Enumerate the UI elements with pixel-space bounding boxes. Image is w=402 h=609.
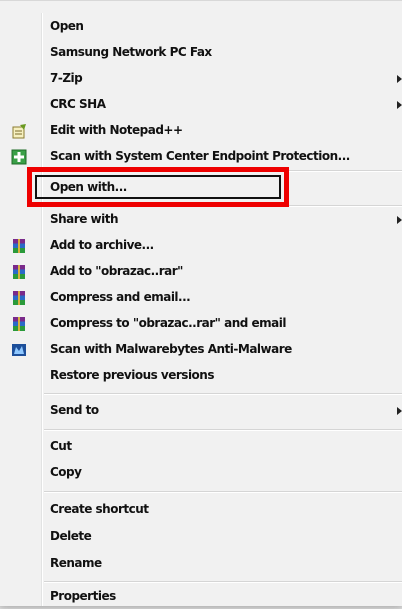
submenu-arrow-icon bbox=[397, 216, 402, 224]
menu-item-cut[interactable]: Cut bbox=[0, 435, 402, 459]
menu-item-compress-to-rar-and-email[interactable]: Compress to "obrazac..rar" and email bbox=[0, 312, 402, 336]
context-menu-panel: Open Samsung Network PC Fax 7-Zip CRC SH… bbox=[0, 0, 402, 606]
menu-item-label: Restore previous versions bbox=[50, 368, 215, 382]
menu-separator bbox=[44, 581, 402, 583]
menu-item-label: CRC SHA bbox=[50, 97, 106, 111]
menu-item-label: Delete bbox=[50, 529, 92, 543]
submenu-arrow-icon bbox=[397, 75, 402, 83]
menu-item-share-with[interactable]: Share with bbox=[0, 208, 402, 232]
winrar-icon bbox=[11, 316, 27, 332]
menu-item-label: 7-Zip bbox=[50, 71, 83, 85]
menu-item-label: Add to "obrazac..rar" bbox=[50, 264, 183, 278]
malwarebytes-icon bbox=[11, 342, 27, 358]
menu-item-create-shortcut[interactable]: Create shortcut bbox=[0, 498, 402, 522]
menu-item-scan-malwarebytes[interactable]: Scan with Malwarebytes Anti-Malware bbox=[0, 338, 402, 362]
menu-item-open[interactable]: Open bbox=[0, 15, 402, 39]
menu-item-properties[interactable]: Properties bbox=[0, 585, 402, 609]
menu-item-label: Properties bbox=[50, 589, 116, 603]
menu-item-label: Create shortcut bbox=[50, 502, 149, 516]
menu-item-samsung-network-pc-fax[interactable]: Samsung Network PC Fax bbox=[0, 41, 402, 65]
notepadpp-icon bbox=[11, 123, 27, 139]
menu-separator bbox=[44, 491, 402, 493]
focus-outline bbox=[35, 175, 281, 199]
menu-item-delete[interactable]: Delete bbox=[0, 525, 402, 549]
menu-item-label: Open bbox=[50, 19, 84, 33]
menu-item-copy[interactable]: Copy bbox=[0, 461, 402, 485]
winrar-icon bbox=[11, 264, 27, 280]
menu-item-send-to[interactable]: Send to bbox=[0, 399, 402, 423]
winrar-icon bbox=[11, 290, 27, 306]
menu-item-label: Scan with System Center Endpoint Protect… bbox=[50, 149, 350, 163]
menu-item-label: Scan with Malwarebytes Anti-Malware bbox=[50, 342, 292, 356]
winrar-icon bbox=[11, 238, 27, 254]
menu-separator bbox=[44, 393, 402, 395]
menu-item-label: Copy bbox=[50, 465, 82, 479]
context-menu: Open Samsung Network PC Fax 7-Zip CRC SH… bbox=[0, 0, 402, 606]
menu-item-7zip[interactable]: 7-Zip bbox=[0, 67, 402, 91]
menu-item-label: Send to bbox=[50, 403, 99, 417]
menu-item-edit-with-notepadpp[interactable]: Edit with Notepad++ bbox=[0, 119, 402, 143]
submenu-arrow-icon bbox=[397, 407, 402, 415]
menu-item-label: Share with bbox=[50, 212, 119, 226]
menu-item-restore-previous-versions[interactable]: Restore previous versions bbox=[0, 364, 402, 388]
submenu-arrow-icon bbox=[397, 101, 402, 109]
menu-item-add-to-rar[interactable]: Add to "obrazac..rar" bbox=[0, 260, 402, 284]
menu-item-label: Rename bbox=[50, 556, 102, 570]
menu-separator bbox=[44, 429, 402, 431]
menu-item-crc-sha[interactable]: CRC SHA bbox=[0, 93, 402, 117]
menu-item-scan-endpoint-protection[interactable]: Scan with System Center Endpoint Protect… bbox=[0, 145, 402, 169]
menu-item-label: Compress and email... bbox=[50, 290, 191, 304]
menu-item-add-to-archive[interactable]: Add to archive... bbox=[0, 234, 402, 258]
menu-item-rename[interactable]: Rename bbox=[0, 552, 402, 576]
highlight-annotation-box bbox=[27, 167, 289, 207]
menu-item-label: Cut bbox=[50, 439, 72, 453]
menu-item-compress-and-email[interactable]: Compress and email... bbox=[0, 286, 402, 310]
menu-item-label: Edit with Notepad++ bbox=[50, 123, 183, 137]
menu-item-label: Compress to "obrazac..rar" and email bbox=[50, 316, 286, 330]
menu-item-label: Samsung Network PC Fax bbox=[50, 45, 212, 59]
menu-item-label: Add to archive... bbox=[50, 238, 154, 252]
endpoint-protection-icon bbox=[11, 149, 27, 165]
